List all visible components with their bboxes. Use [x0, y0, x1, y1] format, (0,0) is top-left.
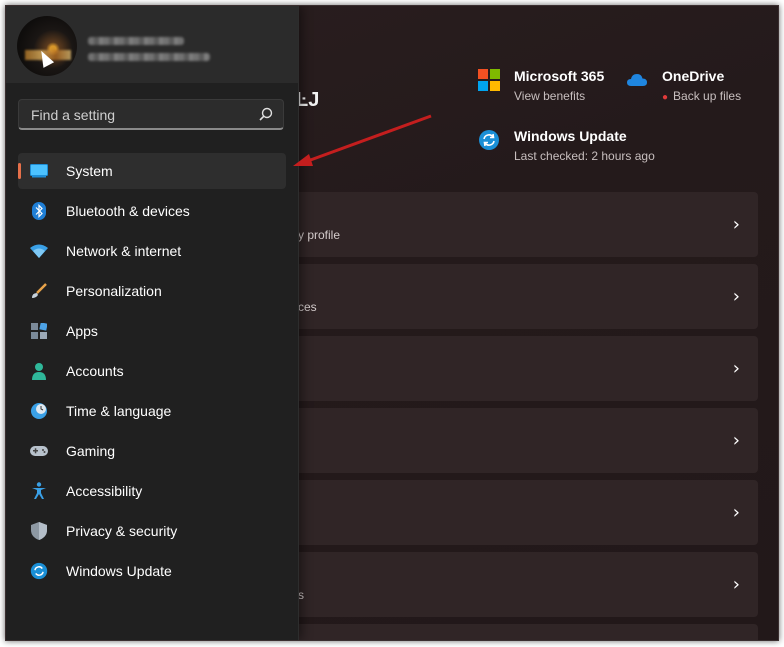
windows-update-icon [479, 130, 499, 150]
service-microsoft-365[interactable]: Microsoft 365 View benefits [478, 67, 604, 105]
settings-card[interactable]: s › [276, 552, 758, 617]
settings-card[interactable]: › [276, 408, 758, 473]
service-sub: View benefits [514, 89, 586, 103]
sidebar-item-label: System [66, 163, 113, 179]
person-icon [30, 362, 48, 380]
chevron-right-icon: › [732, 358, 740, 379]
onedrive-cloud-icon [627, 74, 647, 86]
chevron-right-icon: › [732, 286, 740, 307]
notification-dot-icon: ● [662, 92, 669, 103]
page-title-partial: ĿJ [296, 89, 320, 111]
sidebar-item-network[interactable]: Network & internet [18, 233, 286, 269]
sidebar-item-label: Time & language [66, 403, 172, 419]
avatar[interactable] [17, 16, 77, 76]
service-name: Microsoft 365 [514, 68, 605, 84]
sidebar-item-apps[interactable]: Apps [18, 313, 286, 349]
wifi-icon [30, 242, 48, 260]
sidebar-item-label: Accessibility [66, 483, 143, 499]
sidebar-item-label: Accounts [66, 363, 124, 379]
sidebar-item-windows-update[interactable]: Windows Update [18, 553, 286, 589]
sidebar-item-accounts[interactable]: Accounts [18, 353, 286, 389]
microsoft-logo-icon [478, 69, 500, 91]
clock-globe-icon [30, 402, 48, 420]
sidebar-item-time-language[interactable]: Time & language [18, 393, 286, 429]
settings-window: ĿJ Microsoft 365 View benefits OneDrive … [5, 5, 779, 641]
service-name: Windows Update [514, 128, 627, 144]
sidebar-item-label: Network & internet [66, 243, 182, 259]
settings-card[interactable]: ces › [276, 264, 758, 329]
sidebar-item-privacy-security[interactable]: Privacy & security [18, 513, 286, 549]
chevron-right-icon: › [732, 574, 740, 595]
user-profile-header[interactable] [6, 6, 298, 83]
sidebar-nav: System Bluetooth & devices Network & int… [18, 153, 286, 593]
sidebar-item-label: Bluetooth & devices [66, 203, 190, 219]
service-windows-update[interactable]: Windows Update Last checked: 2 hours ago [478, 127, 655, 165]
sidebar-item-accessibility[interactable]: Accessibility [18, 473, 286, 509]
card-subtitle: ces [298, 300, 317, 314]
sidebar-item-label: Personalization [66, 283, 162, 299]
search-icon[interactable] [259, 107, 273, 121]
bluetooth-icon [30, 202, 48, 220]
gamepad-icon [30, 442, 48, 460]
annotation-arrow-icon [293, 114, 432, 166]
sidebar-item-system[interactable]: System [18, 153, 286, 189]
blurred-user-name [88, 37, 184, 45]
chevron-right-icon: › [732, 502, 740, 523]
settings-card[interactable]: › [276, 336, 758, 401]
chevron-right-icon: › [732, 430, 740, 451]
service-sub: Back up files [673, 89, 742, 103]
display-icon [30, 162, 48, 180]
sidebar-item-label: Windows Update [66, 563, 172, 579]
sidebar-item-label: Gaming [66, 443, 116, 459]
settings-card[interactable]: › [276, 480, 758, 545]
settings-card[interactable] [276, 624, 758, 640]
sidebar-item-personalization[interactable]: Personalization [18, 273, 286, 309]
search-input[interactable] [29, 100, 253, 130]
windows-update-icon [30, 562, 48, 580]
brush-icon [30, 282, 48, 300]
sidebar-item-gaming[interactable]: Gaming [18, 433, 286, 469]
blurred-user-email [88, 53, 210, 61]
settings-card[interactable]: y profile › [276, 192, 758, 257]
chevron-right-icon: › [732, 214, 740, 235]
sidebar-item-label: Apps [66, 323, 98, 339]
service-sub: Last checked: 2 hours ago [514, 149, 655, 163]
service-onedrive[interactable]: OneDrive ● Back up files [626, 67, 741, 107]
card-subtitle: y profile [298, 228, 341, 242]
service-name: OneDrive [662, 68, 725, 84]
sidebar-item-label: Privacy & security [66, 523, 178, 539]
sidebar-item-bluetooth[interactable]: Bluetooth & devices [18, 193, 286, 229]
accessibility-icon [30, 482, 48, 500]
search-box[interactable] [18, 99, 284, 130]
apps-icon [30, 322, 48, 340]
shield-icon [30, 522, 48, 540]
navigation-flyout: System Bluetooth & devices Network & int… [6, 6, 299, 640]
